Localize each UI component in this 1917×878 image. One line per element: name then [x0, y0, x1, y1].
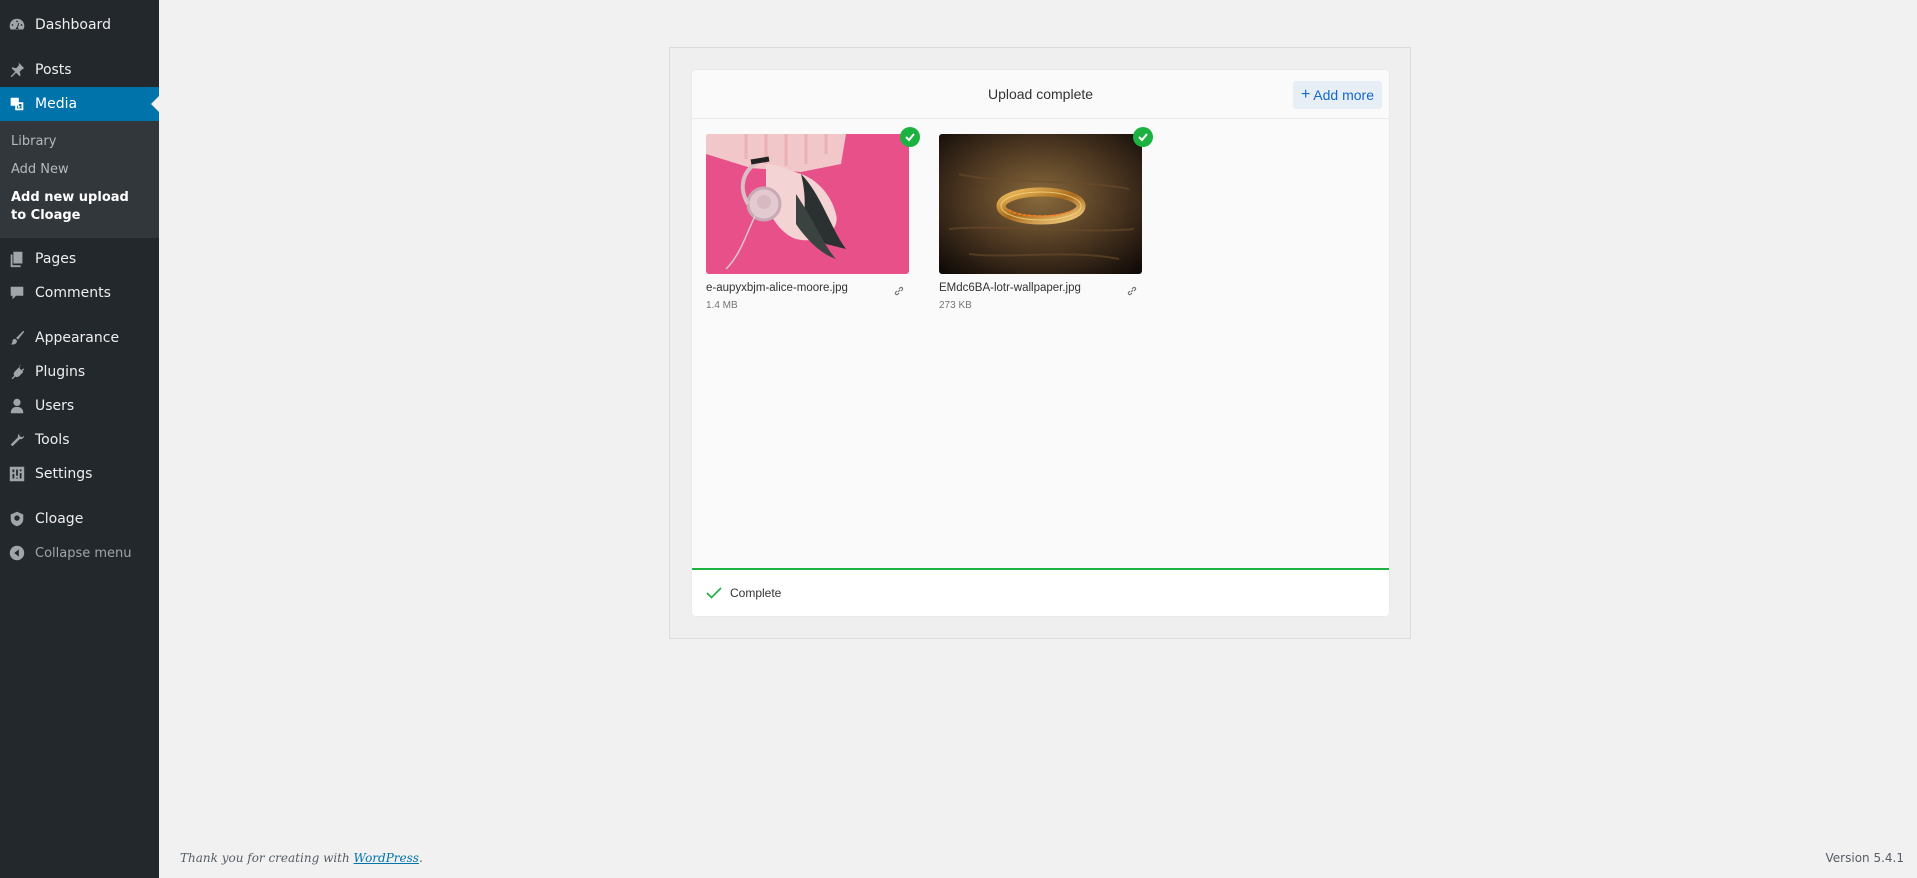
- upload-status-title: Upload complete: [987, 86, 1094, 102]
- user-icon: [7, 396, 27, 416]
- comment-icon: [7, 283, 27, 303]
- sidebar-item-comments[interactable]: Comments: [0, 276, 159, 310]
- sidebar-item-label: Appearance: [35, 330, 120, 346]
- footer-thanks-text: Thank you for creating with: [180, 851, 354, 865]
- sidebar-item-label: Cloage: [35, 511, 84, 527]
- file-thumbnail[interactable]: [939, 134, 1142, 274]
- add-more-button[interactable]: + Add more: [1292, 81, 1382, 109]
- link-icon: [894, 286, 904, 296]
- checkmark-icon: [706, 587, 722, 599]
- footer-thanks-suffix: .: [418, 851, 423, 865]
- thumbnail-image-ring: [939, 134, 1142, 274]
- sidebar-item-media[interactable]: Media: [0, 87, 159, 121]
- file-item[interactable]: EMdc6BA-lotr-wallpaper.jpg 273 KB: [939, 127, 1153, 311]
- shield-icon: [7, 509, 27, 529]
- brush-icon: [7, 328, 27, 348]
- sidebar-item-label: Collapse menu: [35, 545, 132, 561]
- sidebar-item-label: Tools: [35, 432, 70, 448]
- sidebar-item-appearance[interactable]: Appearance: [0, 321, 159, 355]
- sidebar-item-posts[interactable]: Posts: [0, 53, 159, 87]
- settings-icon: [7, 464, 27, 484]
- copy-link-button[interactable]: [893, 284, 907, 298]
- submenu-item-add-new-upload-to-cloage[interactable]: Add new upload to Cloage: [0, 184, 159, 230]
- status-text: Complete: [730, 586, 782, 600]
- file-name: EMdc6BA-lotr-wallpaper.jpg: [939, 282, 1081, 294]
- plug-icon: [7, 362, 27, 382]
- media-icon: [7, 94, 27, 114]
- file-size: 1.4 MB: [706, 300, 738, 311]
- plus-icon: +: [1300, 86, 1311, 103]
- dashboard-icon: [7, 15, 27, 35]
- pin-icon: [7, 60, 27, 80]
- sidebar-item-label: Plugins: [35, 364, 86, 380]
- admin-sidebar: Dashboard Posts Media Library Add New Ad…: [0, 0, 159, 878]
- sidebar-item-settings[interactable]: Settings: [0, 457, 159, 491]
- dashboard-header: Upload complete + Add more: [692, 70, 1389, 119]
- sidebar-item-tools[interactable]: Tools: [0, 423, 159, 457]
- version-text: Version 5.4.1: [1825, 851, 1904, 865]
- sidebar-item-label: Dashboard: [35, 17, 111, 33]
- upload-dashboard: Upload complete + Add more e-aupyxbjm-al…: [691, 69, 1390, 617]
- collapse-menu-button[interactable]: Collapse menu: [0, 536, 159, 570]
- file-item[interactable]: e-aupyxbjm-alice-moore.jpg 1.4 MB: [706, 127, 920, 311]
- file-name: e-aupyxbjm-alice-moore.jpg: [706, 282, 848, 294]
- upload-complete-check-icon: [1133, 127, 1153, 147]
- sidebar-item-label: Pages: [35, 251, 77, 267]
- sidebar-item-users[interactable]: Users: [0, 389, 159, 423]
- add-more-label: Add more: [1313, 87, 1374, 103]
- sidebar-item-label: Users: [35, 398, 75, 414]
- submenu-item-library[interactable]: Library: [0, 128, 159, 156]
- media-submenu: Library Add New Add new upload to Cloage: [0, 121, 159, 238]
- sidebar-item-label: Posts: [35, 62, 72, 78]
- footer-thanks: Thank you for creating with WordPress.: [180, 851, 423, 865]
- sidebar-item-plugins[interactable]: Plugins: [0, 355, 159, 389]
- link-icon: [1127, 286, 1137, 296]
- sidebar-item-dashboard[interactable]: Dashboard: [0, 8, 159, 42]
- pages-icon: [7, 249, 27, 269]
- wordpress-link[interactable]: WordPress: [354, 851, 419, 865]
- uploader-container: Upload complete + Add more e-aupyxbjm-al…: [669, 47, 1411, 639]
- copy-link-button[interactable]: [1126, 284, 1140, 298]
- file-size: 273 KB: [939, 300, 972, 311]
- sidebar-item-label: Media: [35, 96, 78, 112]
- sidebar-item-label: Settings: [35, 466, 93, 482]
- submenu-item-add-new[interactable]: Add New: [0, 156, 159, 184]
- wrench-icon: [7, 430, 27, 450]
- upload-status-bar: Complete: [692, 568, 1389, 616]
- sidebar-item-cloage[interactable]: Cloage: [0, 502, 159, 536]
- sidebar-item-label: Comments: [35, 285, 111, 301]
- sidebar-item-pages[interactable]: Pages: [0, 242, 159, 276]
- collapse-icon: [7, 543, 27, 563]
- upload-complete-check-icon: [900, 127, 920, 147]
- thumbnail-image-headphones: [706, 134, 909, 274]
- file-thumbnail[interactable]: [706, 134, 909, 274]
